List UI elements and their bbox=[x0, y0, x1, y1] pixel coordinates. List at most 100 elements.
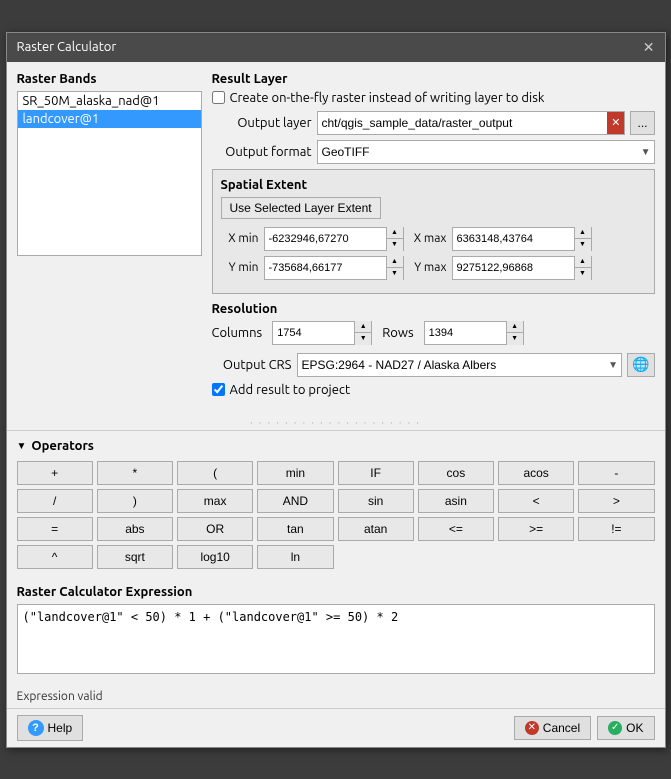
xmax-input-wrapper: ▲ ▼ bbox=[452, 227, 592, 251]
op-divide[interactable]: / bbox=[17, 489, 93, 513]
op-close-paren[interactable]: ) bbox=[97, 489, 173, 513]
op-minus[interactable]: - bbox=[578, 461, 654, 485]
xmin-input[interactable] bbox=[265, 231, 386, 247]
op-or[interactable]: OR bbox=[177, 517, 253, 541]
ymin-input[interactable] bbox=[265, 260, 386, 276]
output-crs-combo-wrapper: EPSG:2964 - NAD27 / Alaska Albers ▼ bbox=[297, 353, 623, 377]
ymin-spin-up[interactable]: ▲ bbox=[387, 256, 403, 268]
op-equals[interactable]: = bbox=[17, 517, 93, 541]
spatial-extent-box: Spatial Extent Use Selected Layer Extent… bbox=[212, 169, 655, 294]
rows-spin-up[interactable]: ▲ bbox=[507, 321, 523, 333]
columns-spin-down[interactable]: ▼ bbox=[355, 333, 371, 345]
op-acos[interactable]: acos bbox=[498, 461, 574, 485]
output-crs-label: Output CRS bbox=[212, 358, 292, 372]
rows-spin-buttons: ▲ ▼ bbox=[506, 321, 523, 345]
op-greater[interactable]: > bbox=[578, 489, 654, 513]
xmax-spin-down[interactable]: ▼ bbox=[575, 239, 591, 251]
main-content: Raster Bands SR_50M_alaska_nad@1 landcov… bbox=[7, 62, 665, 415]
use-selected-layer-extent-button[interactable]: Use Selected Layer Extent bbox=[221, 197, 381, 219]
right-panel: Result Layer Create on-the-fly raster in… bbox=[212, 72, 655, 405]
output-crs-globe-button[interactable]: 🌐 bbox=[627, 353, 654, 377]
op-caret[interactable]: ^ bbox=[17, 545, 93, 569]
op-if[interactable]: IF bbox=[338, 461, 414, 485]
op-min[interactable]: min bbox=[257, 461, 333, 485]
xmax-input[interactable] bbox=[453, 231, 574, 247]
output-layer-browse-button[interactable]: ... bbox=[630, 111, 654, 135]
op-multiply[interactable]: * bbox=[97, 461, 173, 485]
resolution-section: Resolution Columns ▲ ▼ Rows bbox=[212, 302, 655, 345]
columns-input[interactable] bbox=[273, 325, 354, 341]
op-atan[interactable]: atan bbox=[338, 517, 414, 541]
operators-title[interactable]: ▼ Operators bbox=[17, 439, 655, 453]
output-crs-row: Output CRS EPSG:2964 - NAD27 / Alaska Al… bbox=[212, 353, 655, 377]
ymin-spin-buttons: ▲ ▼ bbox=[386, 256, 403, 280]
op-abs[interactable]: abs bbox=[97, 517, 173, 541]
title-bar: Raster Calculator ✕ bbox=[7, 33, 665, 62]
op-and[interactable]: AND bbox=[257, 489, 333, 513]
rows-label: Rows bbox=[382, 326, 413, 340]
ok-button[interactable]: ✓ OK bbox=[597, 716, 654, 740]
output-layer-clear-button[interactable]: ✕ bbox=[607, 112, 624, 134]
operators-grid: + * ( min IF cos acos - / ) max AND sin … bbox=[17, 461, 655, 569]
op-gte[interactable]: >= bbox=[498, 517, 574, 541]
resolution-title: Resolution bbox=[212, 302, 655, 316]
output-layer-input-wrapper: ✕ bbox=[317, 111, 626, 135]
output-format-combo-wrapper: GeoTIFF IMG VRT ▼ bbox=[317, 140, 655, 164]
result-layer-section: Result Layer Create on-the-fly raster in… bbox=[212, 72, 655, 397]
rows-spin-down[interactable]: ▼ bbox=[507, 333, 523, 345]
output-layer-label: Output layer bbox=[212, 116, 312, 130]
output-layer-row: Output layer ✕ ... bbox=[212, 111, 655, 135]
add-result-checkbox[interactable] bbox=[212, 383, 225, 396]
help-icon: ? bbox=[28, 720, 44, 736]
dialog-title: Raster Calculator bbox=[17, 40, 117, 54]
ymin-spin-down[interactable]: ▼ bbox=[387, 268, 403, 280]
op-less[interactable]: < bbox=[498, 489, 574, 513]
output-format-select[interactable]: GeoTIFF IMG VRT bbox=[317, 140, 655, 164]
rows-input[interactable] bbox=[425, 325, 506, 341]
cancel-icon: ✕ bbox=[525, 721, 539, 735]
status-text: Expression valid bbox=[17, 690, 103, 703]
op-tan[interactable]: tan bbox=[257, 517, 333, 541]
xmax-spin-up[interactable]: ▲ bbox=[575, 227, 591, 239]
expression-textarea[interactable]: ("landcover@1" < 50) * 1 + ("landcover@1… bbox=[17, 604, 655, 674]
result-layer-title: Result Layer bbox=[212, 72, 655, 86]
op-neq[interactable]: != bbox=[578, 517, 654, 541]
coords-x-row: X min ▲ ▼ X max ▲ bbox=[221, 227, 646, 251]
op-sin[interactable]: sin bbox=[338, 489, 414, 513]
ymax-input-wrapper: ▲ ▼ bbox=[452, 256, 592, 280]
ymax-spin-down[interactable]: ▼ bbox=[575, 268, 591, 280]
op-log10[interactable]: log10 bbox=[177, 545, 253, 569]
op-ln[interactable]: ln bbox=[257, 545, 333, 569]
ymax-spin-up[interactable]: ▲ bbox=[575, 256, 591, 268]
cancel-button[interactable]: ✕ Cancel bbox=[514, 716, 591, 740]
raster-bands-title: Raster Bands bbox=[17, 72, 202, 86]
columns-spin-up[interactable]: ▲ bbox=[355, 321, 371, 333]
op-cos[interactable]: cos bbox=[418, 461, 494, 485]
band-item-landcover[interactable]: landcover@1 bbox=[18, 110, 201, 128]
op-plus[interactable]: + bbox=[17, 461, 93, 485]
help-label: Help bbox=[48, 721, 73, 735]
output-format-label: Output format bbox=[212, 145, 312, 159]
op-asin[interactable]: asin bbox=[418, 489, 494, 513]
globe-icon: 🌐 bbox=[632, 356, 649, 372]
help-button[interactable]: ? Help bbox=[17, 715, 84, 741]
ymin-input-wrapper: ▲ ▼ bbox=[264, 256, 404, 280]
xmin-spin-up[interactable]: ▲ bbox=[387, 227, 403, 239]
xmin-spin-down[interactable]: ▼ bbox=[387, 239, 403, 251]
op-max[interactable]: max bbox=[177, 489, 253, 513]
op-open-paren[interactable]: ( bbox=[177, 461, 253, 485]
status-row: Expression valid bbox=[7, 685, 665, 708]
op-lte[interactable]: <= bbox=[418, 517, 494, 541]
output-layer-input[interactable] bbox=[318, 114, 608, 132]
close-button[interactable]: ✕ bbox=[643, 39, 655, 56]
op-sqrt[interactable]: sqrt bbox=[97, 545, 173, 569]
create-on-fly-checkbox[interactable] bbox=[212, 91, 225, 104]
ymax-input[interactable] bbox=[453, 260, 574, 276]
band-item-sr50m[interactable]: SR_50M_alaska_nad@1 bbox=[18, 92, 201, 110]
output-crs-select[interactable]: EPSG:2964 - NAD27 / Alaska Albers bbox=[297, 353, 623, 377]
expression-title: Raster Calculator Expression bbox=[17, 585, 655, 599]
xmax-label: X max bbox=[409, 232, 447, 245]
create-on-fly-row: Create on-the-fly raster instead of writ… bbox=[212, 91, 655, 105]
rows-input-wrapper: ▲ ▼ bbox=[424, 321, 524, 345]
ymax-label: Y max bbox=[409, 261, 447, 274]
